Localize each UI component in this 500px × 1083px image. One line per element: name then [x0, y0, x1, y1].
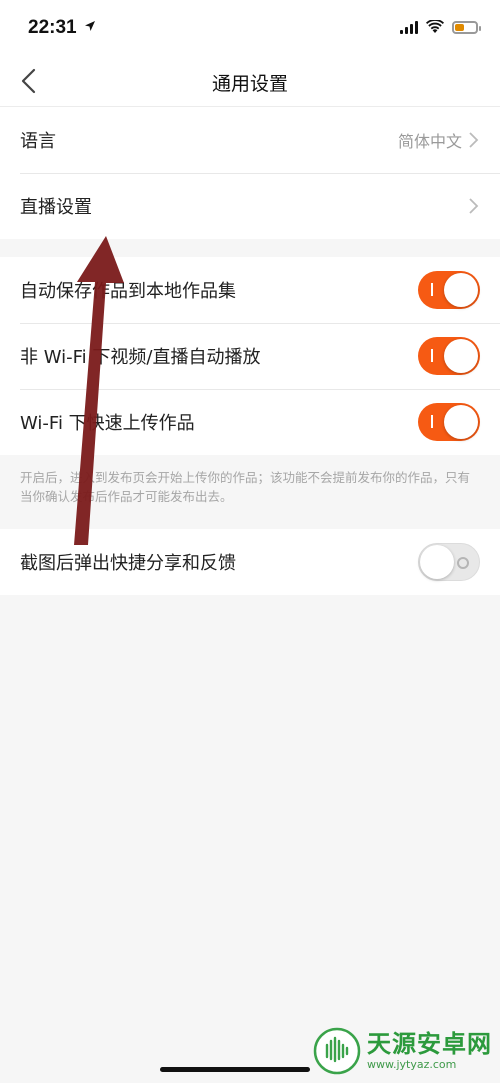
battery-icon	[452, 20, 481, 34]
status-bar: 22:31	[0, 0, 500, 58]
nav-bar: 通用设置	[0, 58, 500, 107]
auto-save-row: 自动保存作品到本地作品集	[0, 257, 500, 323]
auto-save-right	[418, 257, 480, 323]
autoplay-right	[418, 323, 480, 389]
location-arrow-icon	[84, 21, 95, 31]
watermark-logo-icon	[313, 1027, 361, 1075]
autoplay-label: 非 Wi-Fi 下视频/直播自动播放	[20, 347, 261, 368]
watermark-text: 天源安卓网 www.jytyaz.com	[367, 1030, 492, 1072]
language-right: 简体中文	[398, 107, 480, 173]
screenshot-share-label: 截图后弹出快捷分享和反馈	[20, 553, 236, 574]
watermark-url: www.jytyaz.com	[367, 1058, 457, 1071]
chevron-right-icon	[469, 198, 479, 214]
home-indicator	[160, 1067, 310, 1072]
fast-upload-row: Wi-Fi 下快速上传作品	[0, 389, 500, 455]
language-row[interactable]: 语言 简体中文	[0, 107, 500, 173]
status-icons	[400, 20, 481, 34]
live-settings-label: 直播设置	[20, 197, 92, 218]
fast-upload-right	[418, 389, 480, 455]
watermark: 天源安卓网 www.jytyaz.com	[313, 1027, 492, 1075]
signal-icon	[400, 20, 418, 34]
live-settings-row[interactable]: 直播设置	[0, 173, 500, 239]
autoplay-row: 非 Wi-Fi 下视频/直播自动播放	[0, 323, 500, 389]
toggles-group: 自动保存作品到本地作品集 非 Wi-Fi 下视频/直播自动播放 Wi-Fi 下快…	[0, 257, 500, 455]
live-settings-right	[468, 173, 480, 239]
screenshot-share-right	[418, 529, 480, 595]
screenshot-share-toggle[interactable]	[418, 543, 480, 581]
fast-upload-toggle[interactable]	[418, 403, 480, 441]
auto-save-toggle[interactable]	[418, 271, 480, 309]
autoplay-toggle[interactable]	[418, 337, 480, 375]
fast-upload-label: Wi-Fi 下快速上传作品	[20, 413, 195, 434]
chevron-right-icon	[469, 132, 479, 148]
screenshot-group: 截图后弹出快捷分享和反馈	[0, 529, 500, 595]
screenshot-share-row: 截图后弹出快捷分享和反馈	[0, 529, 500, 595]
page-title: 通用设置	[211, 73, 288, 95]
auto-save-label: 自动保存作品到本地作品集	[20, 281, 236, 302]
watermark-name: 天源安卓网	[367, 1030, 492, 1058]
language-value: 简体中文	[397, 132, 462, 151]
language-label: 语言	[20, 131, 56, 152]
wifi-icon	[426, 20, 444, 33]
status-time: 22:31	[28, 17, 96, 39]
status-time-text: 22:31	[28, 17, 77, 38]
fast-upload-hint: 开启后，进入到发布页会开始上传你的作品；该功能不会提前发布你的作品，只有当你确认…	[20, 470, 471, 504]
general-group: 语言 简体中文 直播设置	[0, 107, 500, 239]
